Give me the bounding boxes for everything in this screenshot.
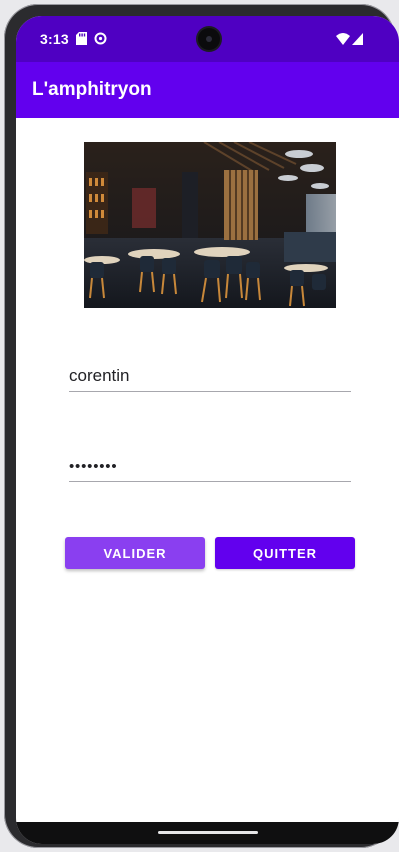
front-camera <box>198 28 220 50</box>
username-field[interactable] <box>69 363 351 392</box>
sd-card-icon <box>76 32 87 50</box>
sync-icon <box>94 32 107 50</box>
app-title: L'amphitryon <box>32 79 152 100</box>
password-input[interactable] <box>69 453 351 479</box>
screen: 3:13 L'amphitryon corentin •••••••• VALI… <box>16 16 399 844</box>
password-field[interactable] <box>69 453 351 482</box>
phone-frame: 3:13 L'amphitryon corentin •••••••• VALI… <box>4 4 399 848</box>
signal-icon <box>352 32 363 50</box>
valider-button[interactable]: VALIDER <box>65 537 205 569</box>
username-input[interactable] <box>69 363 351 389</box>
status-time: 3:13 <box>40 31 69 47</box>
wifi-icon <box>336 32 350 50</box>
home-gesture-handle[interactable] <box>158 831 258 834</box>
quitter-button[interactable]: QUITTER <box>215 537 355 569</box>
restaurant-photo <box>84 142 336 308</box>
app-bar: L'amphitryon <box>16 62 399 118</box>
navigation-bar <box>16 822 399 844</box>
status-bar: 3:13 <box>16 16 399 62</box>
